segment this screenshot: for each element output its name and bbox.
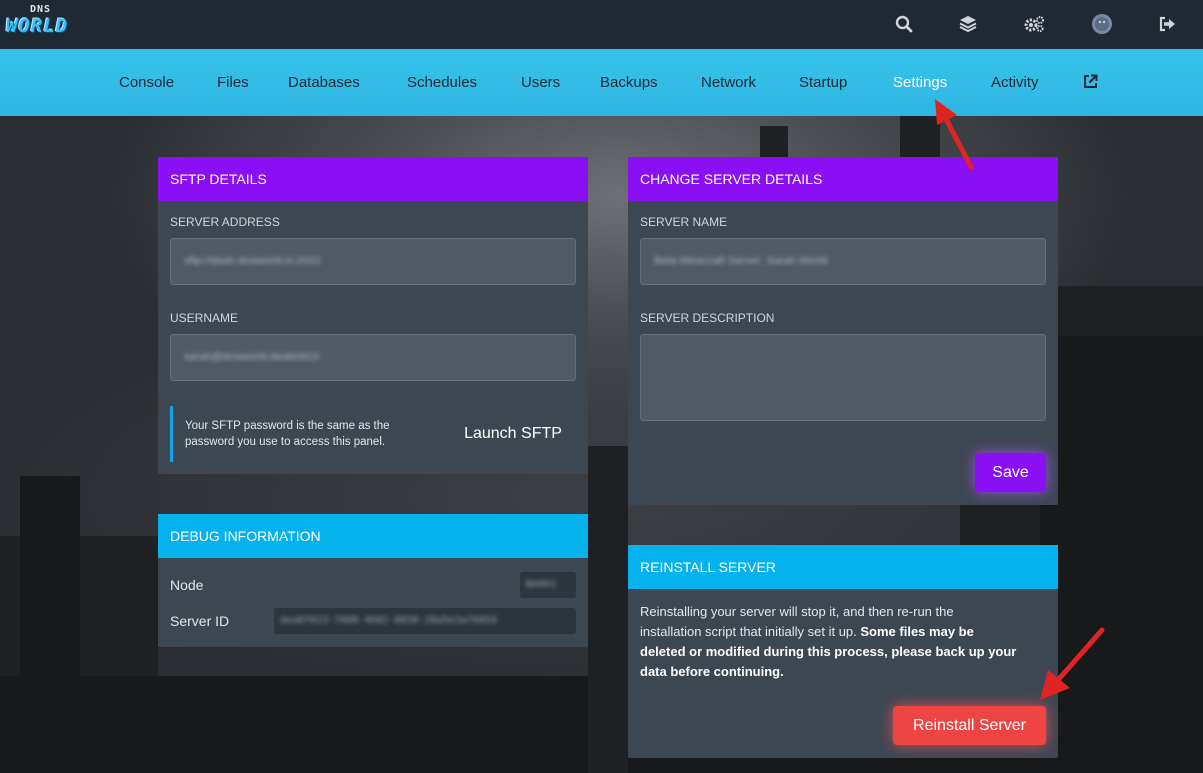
panel-title: SFTP DETAILS xyxy=(158,157,588,201)
node-value: NA001 xyxy=(520,572,576,598)
server-description-label: SERVER DESCRIPTION xyxy=(640,311,775,325)
server-address-label: SERVER ADDRESS xyxy=(170,215,280,229)
tab-databases[interactable]: Databases xyxy=(288,49,360,116)
username-field[interactable]: sarah@dnsworld.deab0923 xyxy=(170,334,576,381)
tab-schedules[interactable]: Schedules xyxy=(407,49,477,116)
change-server-details-panel: CHANGE SERVER DETAILS SERVER NAME Beta M… xyxy=(628,157,1058,505)
search-icon[interactable] xyxy=(891,11,917,37)
reinstall-server-button[interactable]: Reinstall Server xyxy=(893,706,1046,745)
cogs-icon[interactable] xyxy=(1021,11,1047,37)
server-nav: Console Files Databases Schedules Users … xyxy=(0,49,1203,116)
tab-startup[interactable]: Startup xyxy=(799,49,847,116)
tab-activity[interactable]: Activity xyxy=(991,49,1039,116)
annotation-arrow-reinstall xyxy=(1040,627,1105,700)
annotation-arrow-settings xyxy=(935,99,974,170)
debug-information-panel: DEBUG INFORMATION Node NA001 Server ID d… xyxy=(158,514,588,647)
tab-console[interactable]: Console xyxy=(119,49,174,116)
avatar[interactable] xyxy=(1089,11,1115,37)
external-link-icon[interactable] xyxy=(1083,49,1098,116)
sftp-details-panel: SFTP DETAILS SERVER ADDRESS sftp://dash.… xyxy=(158,157,588,474)
tab-users[interactable]: Users xyxy=(521,49,560,116)
node-label: Node xyxy=(170,577,204,593)
dns-world-logo[interactable]: DNS WORLD xyxy=(6,4,88,38)
launch-sftp-button[interactable]: Launch SFTP xyxy=(458,420,568,448)
tab-network[interactable]: Network xyxy=(701,49,756,116)
layers-icon[interactable] xyxy=(955,11,981,37)
tab-files[interactable]: Files xyxy=(217,49,249,116)
server-id-label: Server ID xyxy=(170,613,230,629)
server-id-value: dea8f023-7088-4682-8838-28a5e3a7685d xyxy=(274,608,576,634)
username-label: USERNAME xyxy=(170,311,239,325)
panel-title: CHANGE SERVER DETAILS xyxy=(628,157,1058,201)
server-name-label: SERVER NAME xyxy=(640,215,728,229)
server-address-field[interactable]: sftp://dash.dnsworld.io:2022 xyxy=(170,238,576,285)
panel-title: REINSTALL SERVER xyxy=(628,545,1058,589)
sftp-password-note: Your SFTP password is the same as the pa… xyxy=(170,406,430,462)
server-description-textarea[interactable] xyxy=(640,334,1046,421)
server-name-input[interactable]: Beta Minecraft Server: Sarah World xyxy=(640,238,1046,285)
tab-backups[interactable]: Backups xyxy=(600,49,658,116)
sign-out-icon[interactable] xyxy=(1155,11,1181,37)
panel-title: DEBUG INFORMATION xyxy=(158,514,588,558)
reinstall-server-panel: REINSTALL SERVER Reinstalling your serve… xyxy=(628,545,1058,758)
reinstall-description: Reinstalling your server will stop it, a… xyxy=(640,604,1017,679)
top-bar: DNS WORLD xyxy=(0,0,1203,49)
save-button[interactable]: Save xyxy=(975,453,1046,492)
